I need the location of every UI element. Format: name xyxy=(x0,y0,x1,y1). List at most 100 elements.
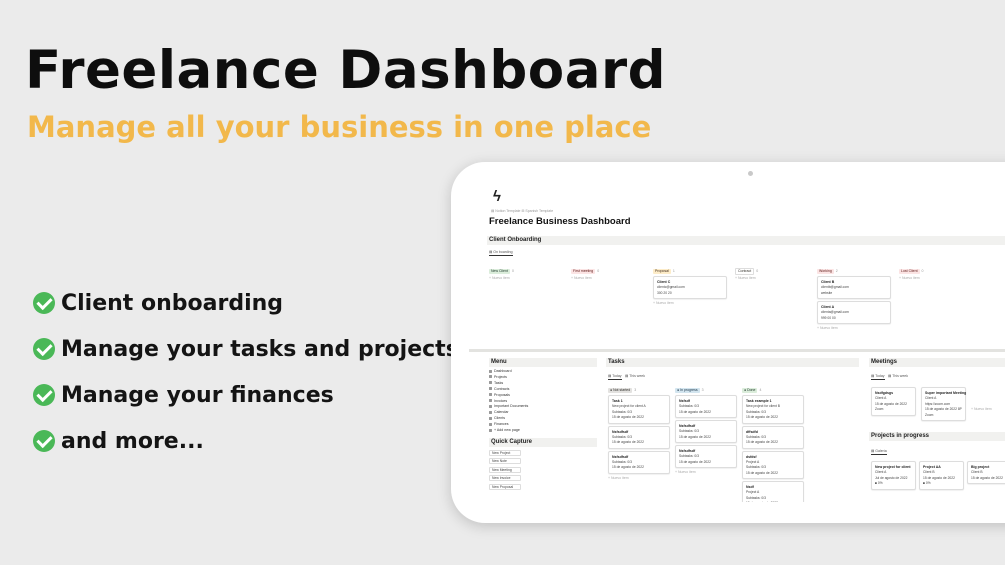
card[interactable]: New project for client Client A Jul de ago… xyxy=(871,461,916,490)
menu-item-label: Tasks xyxy=(494,380,504,385)
quick-capture-heading: Quick Capture xyxy=(489,437,597,447)
card[interactable]: Nsfsdfsdf Subtasks: 0/3 15 de agosto de 20… xyxy=(675,420,737,443)
column-header: Contract 0 xyxy=(735,267,809,275)
card-field: Zoom xyxy=(925,412,934,417)
card-field: 15 de agosto de 2022 xyxy=(746,470,778,475)
column-header: ● Not started 3 xyxy=(608,387,670,393)
card[interactable]: NsdfProject ASubtasks: 0/315 de agosto d… xyxy=(742,481,804,502)
menu-item-label: Projects xyxy=(494,374,507,379)
feature-item: Manage your finances xyxy=(33,372,459,418)
card-field: website xyxy=(821,290,833,295)
feature-label: and more... xyxy=(61,428,204,454)
column-count: 1 xyxy=(672,269,675,273)
page-icon xyxy=(489,375,492,379)
tab-today[interactable]: ▤ Today xyxy=(608,374,622,380)
tab-today[interactable]: ▤ Today xyxy=(871,374,885,380)
add-item-button[interactable]: + Nuevo item xyxy=(653,301,727,305)
check-icon xyxy=(33,292,55,314)
column-count: 3 xyxy=(634,388,637,392)
board-column: Proposal 1 Client Cclientc@gmail.com 300 20… xyxy=(653,268,727,305)
card[interactable]: Nsfsdfsdf Subtasks: 0/3 15 de agosto de 20… xyxy=(608,425,670,449)
tab-this-week[interactable]: ▤ This week xyxy=(888,374,908,379)
menu-item-label: Contracts xyxy=(494,386,510,391)
column-count: 0 xyxy=(511,269,514,273)
column-header: ● Done 4 xyxy=(742,387,804,393)
column-header: Lost Client 0 xyxy=(899,268,973,274)
column-header: ● In progress 3 xyxy=(675,387,737,393)
feature-label: Client onboarding xyxy=(61,290,284,316)
card-field: 15 de agosto de 2022 xyxy=(746,501,800,502)
card-field: 15 de agosto de 2022 xyxy=(971,475,1003,480)
status-badge: ● Done xyxy=(742,387,758,393)
hero-subtitle: Manage all your business in one place xyxy=(27,110,652,144)
tab-onboarding[interactable]: ▤ On boarding xyxy=(489,250,513,256)
page-icon xyxy=(489,422,492,426)
add-item-button[interactable]: + Nuevo item xyxy=(817,326,891,330)
check-icon xyxy=(33,338,55,360)
card[interactable]: dsfdsf Project A Subtasks: 0/3 15 de agosto… xyxy=(742,450,804,479)
breadcrumb[interactable]: ▤ Notion Template ⊞ Spanish Template xyxy=(491,209,553,213)
check-icon xyxy=(33,384,55,406)
page-icon xyxy=(489,381,492,385)
card[interactable]: Super important Meeting Client Ahttps://z… xyxy=(921,387,966,421)
card[interactable]: Nsfsdfsdf Subtasks: 0/3 15 de agosto de 20… xyxy=(675,445,737,468)
gallery-item: New project for client Client A Jul de ago… xyxy=(871,459,916,490)
column-count: 4 xyxy=(759,388,762,392)
card[interactable]: Client Aclienta@gmail.com 999 00 00 xyxy=(817,301,891,324)
column-header: Proposal 1 xyxy=(653,268,727,274)
menu-item-label: Clients xyxy=(494,416,505,421)
card[interactable]: dffsdfd Subtasks: 0/3 15 de agosto de 2022 xyxy=(742,425,804,449)
projects-heading: Projects in progress xyxy=(869,432,1005,441)
gallery-item: Nsdfgdsgs Client A 15 de agosto de 2022 Zoo… xyxy=(871,385,916,416)
add-item-button[interactable]: + Nuevo item xyxy=(571,276,645,280)
board-column: New Client 0 + Nuevo item xyxy=(489,268,563,280)
card-field: 15 de agosto de 2022 xyxy=(746,440,778,444)
card[interactable]: Client Cclientc@gmail.com 300 20 20 xyxy=(653,276,727,299)
card[interactable]: Project AA Client B 15 de agosto de 2022 ■ … xyxy=(919,461,964,490)
card-field: 15 de agosto de 2022 xyxy=(679,459,711,464)
column-count: 0 xyxy=(597,269,600,273)
quick-capture-button[interactable]: New Proposal xyxy=(489,483,521,490)
column-header: Working 2 xyxy=(817,268,891,274)
feature-label: Manage your tasks and projects xyxy=(61,336,459,362)
page-icon xyxy=(489,404,492,408)
board-column: Working 2 Client Bclientb@gmail.com website… xyxy=(817,268,891,330)
card[interactable]: Task example 1 New project for client B Su… xyxy=(742,395,804,424)
menu-item-label: + Add new page xyxy=(494,428,520,433)
card[interactable]: Task 1 New project for client A Subtasks: … xyxy=(608,395,670,424)
gallery-item: Project AA Client B 15 de agosto de 2022 ■ … xyxy=(919,459,964,490)
tab-this-week[interactable]: ▤ This week xyxy=(625,374,645,379)
gallery-item: Big project Client B 15 de agosto de 2022 xyxy=(967,459,1005,484)
add-item-button[interactable]: + Nuevo item xyxy=(899,276,973,280)
status-badge: New Client xyxy=(489,268,510,274)
card-field: Zoom xyxy=(875,407,884,411)
quick-capture-button[interactable]: New Project xyxy=(489,449,521,456)
add-item-button[interactable]: + Nuevo item xyxy=(735,276,809,280)
card[interactable]: Big project Client B 15 de agosto de 2022 xyxy=(967,461,1005,484)
add-item-button[interactable]: + Nuevo item xyxy=(675,470,737,474)
menu-item-label: Calendar xyxy=(494,410,509,415)
status-badge: Contract xyxy=(735,267,755,275)
meetings-heading: Meetings xyxy=(869,358,1005,367)
card[interactable]: Nsfsdf Subtasks: 0/3 15 de agosto de 2022 xyxy=(675,395,737,418)
tab-gallery[interactable]: ▤ Galería xyxy=(871,449,887,455)
page-icon xyxy=(489,387,492,391)
page-icon xyxy=(489,428,492,432)
quick-capture-button[interactable]: New Invoice xyxy=(489,475,521,482)
card-field: 15 de agosto de 2022 xyxy=(612,415,644,419)
quick-capture-button[interactable]: New Note xyxy=(489,458,521,465)
quick-capture-button[interactable]: New Meeting xyxy=(489,466,521,473)
menu-item[interactable]: + Add new page xyxy=(489,428,597,434)
card[interactable]: Nsdfgdsgs Client A 15 de agosto de 2022 Zoo… xyxy=(871,387,916,416)
add-item-button[interactable]: + Nuevo item xyxy=(971,407,992,411)
add-item-button[interactable]: + Nuevo item xyxy=(489,276,563,280)
menu-list: Dashboard Projects Tasks Contracts Proposals… xyxy=(489,369,597,434)
add-item-button[interactable]: + Nuevo item xyxy=(608,476,670,480)
card-field: ■ 0% xyxy=(923,481,931,485)
card-field: 15 de agosto de 2022 8PM xyxy=(925,407,962,411)
check-icon xyxy=(33,430,55,452)
card[interactable]: Nsfsdfsdf Subtasks: 0/3 15 de agosto de 20… xyxy=(608,450,670,474)
menu-item-label: Dashboard xyxy=(494,369,512,373)
card[interactable]: Client Bclientb@gmail.com website xyxy=(817,276,891,299)
menu-item-label: Proposals xyxy=(494,392,510,397)
